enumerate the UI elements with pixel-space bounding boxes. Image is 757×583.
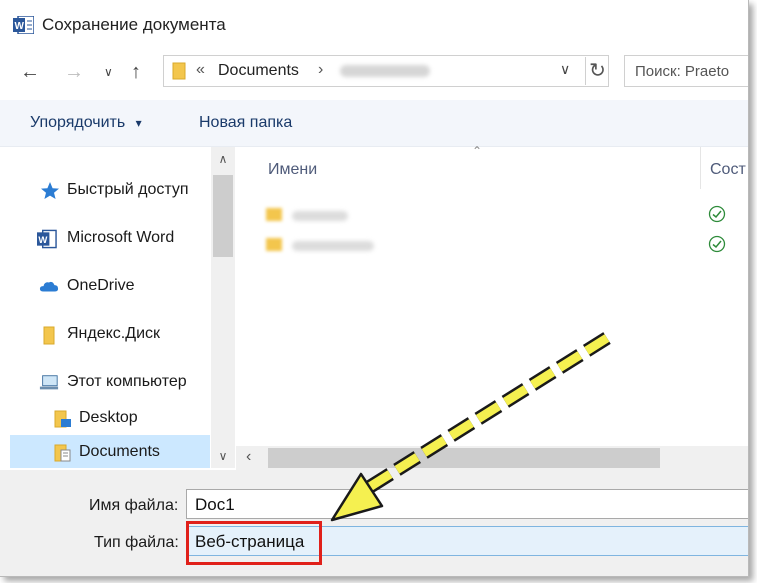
- file-name-blurred: [292, 241, 374, 251]
- search-placeholder: Поиск: Praeto: [635, 63, 730, 80]
- breadcrumb-overflow[interactable]: «: [196, 61, 205, 79]
- sidebar-item-microsoft-word[interactable]: W Microsoft Word: [10, 221, 210, 255]
- list-item[interactable]: [266, 233, 746, 257]
- svg-text:W: W: [15, 21, 25, 32]
- address-bar[interactable]: « Documents › ∨: [163, 55, 609, 87]
- folder-icon: [266, 238, 282, 251]
- scroll-up-icon[interactable]: ∧: [211, 152, 235, 166]
- sidebar-item-label: Desktop: [79, 409, 138, 426]
- breadcrumb-chevron-icon: ›: [318, 61, 324, 78]
- nav-scroll-thumb[interactable]: [213, 175, 233, 257]
- breadcrumb-blurred[interactable]: [340, 65, 430, 77]
- filename-input[interactable]: Doc1: [186, 489, 748, 519]
- save-dialog: W Сохранение документа ← → ∨ ↑ « Documen…: [0, 0, 749, 577]
- horizontal-scrollbar[interactable]: ‹: [236, 446, 748, 470]
- sidebar-item-label: Быстрый доступ: [67, 181, 189, 198]
- sidebar-item-this-pc[interactable]: Этот компьютер: [10, 365, 210, 399]
- filename-value: Doc1: [195, 495, 235, 514]
- filetype-label: Тип файла:: [94, 534, 179, 551]
- up-arrow-icon[interactable]: ↑: [131, 60, 141, 84]
- recent-chevron-icon[interactable]: ∨: [104, 60, 113, 84]
- folder-icon: [266, 208, 282, 221]
- organize-button[interactable]: Упорядочить ▾: [30, 114, 142, 132]
- filename-label: Имя файла:: [89, 497, 179, 514]
- file-name-blurred: [292, 211, 348, 221]
- sidebar-item-onedrive[interactable]: OneDrive: [10, 269, 210, 303]
- documents-folder-icon: [54, 444, 71, 462]
- address-dropdown-icon[interactable]: ∨: [560, 61, 570, 78]
- command-bar: Упорядочить ▾ Новая папка: [0, 100, 748, 147]
- organize-label: Упорядочить: [30, 114, 126, 131]
- column-header-name[interactable]: Имени: [268, 161, 317, 179]
- star-icon: [41, 182, 59, 199]
- sidebar-item-label: Documents: [79, 443, 160, 460]
- svg-text:W: W: [38, 235, 47, 246]
- save-form: Имя файла: Doc1 Тип файла: Веб-страница: [0, 470, 748, 576]
- nav-scrollbar[interactable]: ∧ ∨: [211, 147, 235, 468]
- word-icon: W: [37, 229, 57, 249]
- folder-icon: [43, 326, 55, 345]
- sidebar-item-label: Microsoft Word: [67, 229, 175, 246]
- sidebar-item-documents[interactable]: Documents: [10, 435, 210, 468]
- computer-icon: [39, 375, 59, 390]
- cloud-icon: [39, 281, 59, 292]
- word-icon: W: [13, 16, 34, 34]
- forward-arrow-icon[interactable]: →: [64, 60, 84, 84]
- sidebar-item-quick-access[interactable]: Быстрый доступ: [10, 173, 210, 207]
- title-bar: W Сохранение документа: [0, 0, 748, 48]
- search-input[interactable]: Поиск: Praeto: [624, 55, 748, 87]
- back-arrow-icon[interactable]: ←: [20, 60, 40, 84]
- scroll-left-icon[interactable]: ‹: [246, 448, 251, 466]
- sidebar-item-desktop[interactable]: Desktop: [10, 401, 210, 435]
- scroll-down-icon[interactable]: ∨: [211, 449, 235, 463]
- file-list: ⌃ Имени Сост: [236, 144, 748, 447]
- list-item[interactable]: [266, 203, 746, 227]
- refresh-icon[interactable]: ↻: [585, 57, 609, 85]
- horizontal-scroll-thumb[interactable]: [268, 448, 660, 468]
- sidebar-item-yandex-disk[interactable]: Яндекс.Диск: [10, 317, 210, 351]
- sync-ok-icon: [708, 235, 726, 253]
- highlight-box: [186, 521, 322, 565]
- new-folder-button[interactable]: Новая папка: [199, 114, 292, 132]
- column-header-status[interactable]: Сост: [710, 161, 746, 179]
- column-divider[interactable]: [700, 147, 701, 189]
- dropdown-caret-icon: ▾: [135, 116, 142, 130]
- folder-icon: [172, 62, 186, 80]
- window-title: Сохранение документа: [42, 15, 226, 34]
- sidebar-item-label: OneDrive: [67, 277, 135, 294]
- sidebar-item-label: Этот компьютер: [67, 373, 187, 390]
- sort-ascending-icon: ⌃: [472, 144, 483, 158]
- breadcrumb-documents[interactable]: Documents: [218, 62, 299, 80]
- sidebar-item-label: Яндекс.Диск: [67, 325, 161, 342]
- navigation-pane: Быстрый доступ W Microsoft Word OneDrive…: [10, 147, 210, 468]
- sync-ok-icon: [708, 205, 726, 223]
- desktop-folder-icon: [54, 410, 71, 428]
